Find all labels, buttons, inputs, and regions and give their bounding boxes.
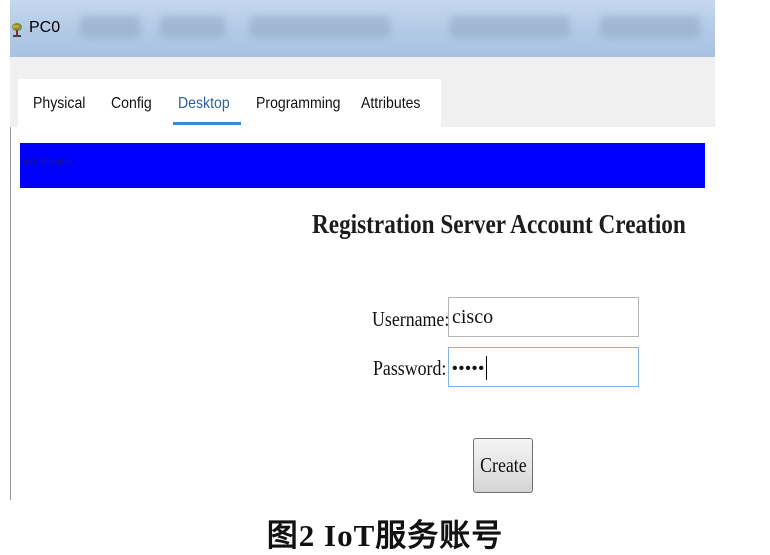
create-button-label: Create — [479, 453, 527, 477]
password-field[interactable]: ••••• — [448, 347, 639, 387]
password-label: Password: — [373, 356, 447, 380]
tab-desktop[interactable]: Desktop — [178, 95, 230, 113]
password-value: ••••• — [452, 360, 486, 377]
page-title: Registration Server Account Creation — [312, 209, 686, 239]
username-label: Username: — [372, 307, 450, 331]
app-title-label: IoT Monitor — [23, 157, 74, 168]
active-tab-indicator — [173, 122, 241, 125]
username-field[interactable]: cisco — [448, 297, 639, 337]
pc0-window: PC0 Physical Config Desktop Programming … — [10, 0, 716, 500]
tab-attributes[interactable]: Attributes — [361, 95, 420, 113]
username-value: cisco — [452, 306, 494, 328]
device-icon — [10, 22, 24, 38]
tab-strip: Physical Config Desktop Programming Attr… — [10, 57, 715, 127]
tab-programming[interactable]: Programming — [256, 95, 341, 113]
app-title-bar: IoT Monitor — [20, 143, 705, 188]
window-title: PC0 — [29, 19, 61, 36]
figure-caption: 图2 IoT服务账号 — [266, 518, 504, 553]
title-bar[interactable]: PC0 — [10, 0, 715, 58]
title-blur-5 — [600, 16, 700, 38]
tab-physical[interactable]: Physical — [33, 95, 85, 113]
tab-config[interactable]: Config — [111, 95, 152, 113]
title-blur-3 — [250, 16, 390, 38]
title-blur-4 — [450, 16, 570, 38]
title-blur-1 — [80, 16, 140, 38]
title-blur-2 — [160, 16, 225, 38]
text-caret — [486, 356, 488, 381]
create-button[interactable]: Create — [473, 438, 533, 493]
